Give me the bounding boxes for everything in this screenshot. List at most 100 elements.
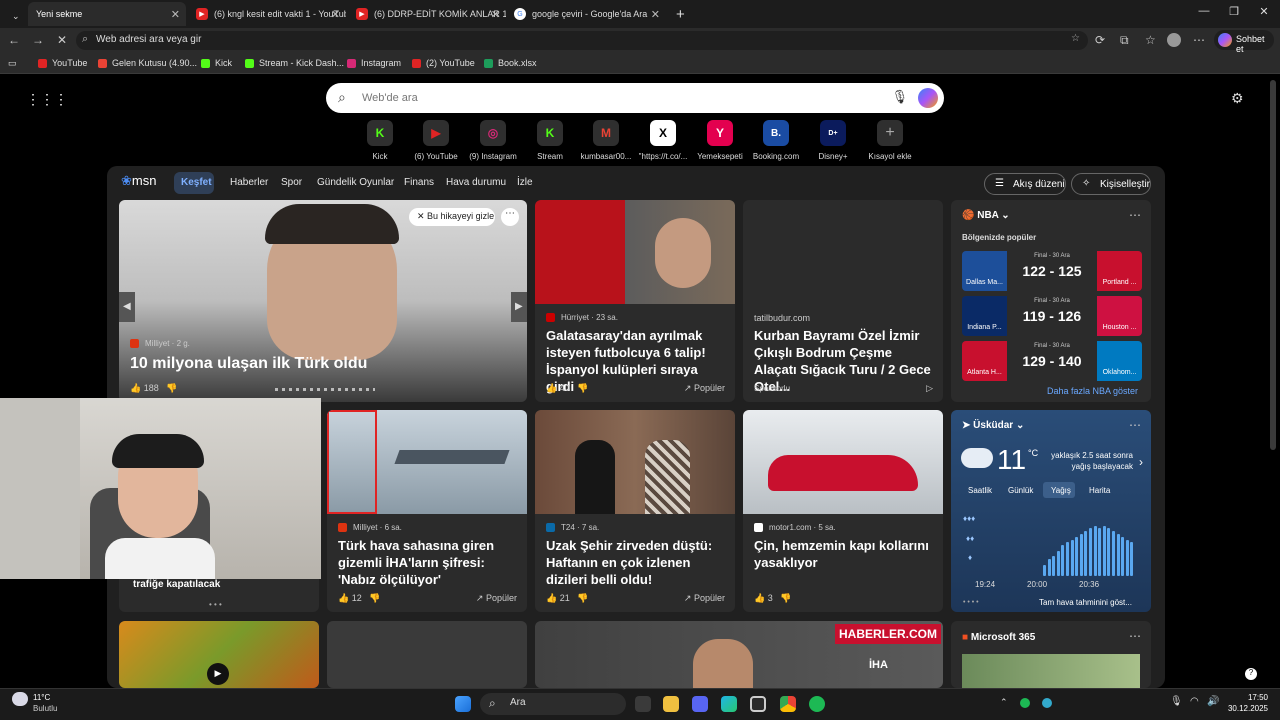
bookmark-gmail[interactable]: Gelen Kutusu (4.90... [98, 58, 197, 68]
full-forecast-link[interactable]: Tam hava tahminini göst... [1039, 598, 1132, 607]
chrome-icon[interactable] [780, 696, 796, 712]
carousel-prev-button[interactable]: ◀ [119, 292, 135, 322]
news-card-tv[interactable]: T24 · 7 sa. Uzak Şehir zirveden düştü: H… [535, 410, 735, 612]
favorites-icon[interactable]: ☆ [1145, 33, 1156, 47]
tab-actions-button[interactable]: ⌄ [4, 4, 24, 28]
tab-hava-durumu[interactable]: Hava durumu [446, 177, 506, 188]
like-button[interactable]: 👍 40 👎 [546, 383, 588, 394]
copilot-icon[interactable] [918, 88, 938, 108]
help-icon[interactable]: ? [1245, 668, 1257, 680]
tray-app-icon[interactable] [1020, 698, 1030, 708]
chevron-right-icon[interactable]: › [1139, 455, 1143, 469]
wifi-icon[interactable]: ◠ [1190, 696, 1199, 707]
close-icon[interactable]: ✕ [491, 8, 500, 21]
quick-link-youtube[interactable]: ▶ (6) YouTube [408, 120, 464, 161]
minimize-button[interactable]: — [1194, 5, 1214, 17]
news-card-placeholder[interactable] [327, 621, 527, 688]
quick-link-instagram[interactable]: ◎ (9) Instagram [465, 120, 521, 161]
window-close-button[interactable]: ✕ [1254, 5, 1274, 18]
tab-spor[interactable]: Spor [281, 177, 302, 188]
forward-icon[interactable]: → [32, 33, 44, 47]
weather-tab-precip[interactable]: Yağış [1051, 486, 1071, 495]
personalize-button[interactable]: ✧ Kişiselleştir [1071, 173, 1151, 195]
play-icon[interactable]: ▶ [207, 663, 229, 685]
tab-kesfet[interactable]: Keşfet [181, 177, 212, 188]
story-title[interactable]: Çin, hemzemin kapı kollarını yasaklıyor [754, 537, 936, 571]
hero-story-card[interactable]: ◀ ▶ ✕ Bu hikayeyi gizle ⋯ Milliyet · 2 g… [119, 200, 527, 402]
like-button[interactable]: 👍 21 👎 [546, 593, 588, 604]
copilot-chat-button[interactable]: Sohbet et [1214, 30, 1274, 54]
clock-date[interactable]: 30.12.2025 [1224, 704, 1268, 713]
tab-izle[interactable]: İzle [517, 177, 533, 188]
nba-game-row[interactable]: Indiana P... Final - 30 Ara 119 - 126 Ho… [962, 296, 1142, 336]
bookmark-kick[interactable]: Kick [201, 58, 232, 68]
m365-title[interactable]: ■ Microsoft 365 [962, 632, 1035, 643]
news-card-jets[interactable]: Milliyet · 6 sa. Türk hava sahasına gire… [327, 410, 527, 612]
bookmark-youtube[interactable]: YouTube [38, 58, 87, 68]
like-button[interactable]: 👍 3 👎 [754, 593, 791, 604]
quick-link-booking[interactable]: B. Booking.com [748, 120, 804, 161]
stop-icon[interactable]: ✕ [57, 33, 67, 47]
tab-finans[interactable]: Finans [404, 177, 434, 188]
more-options-icon[interactable]: ⋯ [501, 208, 519, 226]
split-screen-icon[interactable]: ⧉ [1120, 33, 1129, 48]
video-card[interactable]: ▶ [119, 621, 319, 688]
reading-list-icon[interactable]: ▭ [8, 58, 17, 69]
favorite-star-icon[interactable]: ☆ [1071, 33, 1080, 44]
nba-game-row[interactable]: Dallas Ma... Final - 30 Ara 122 - 125 Po… [962, 251, 1142, 291]
more-menu-icon[interactable]: ⋯ [1193, 33, 1205, 47]
microsoft365-card[interactable]: ■ Microsoft 365 ⋯ [951, 621, 1151, 688]
quick-link-gmail[interactable]: Mkumbasar00... [578, 120, 634, 161]
news-card-galatasaray[interactable]: Hürriyet · 23 sa. Galatasaray'dan ayrılm… [535, 200, 735, 402]
web-search-input[interactable]: ⌕ Web'de ara 🎙 [326, 83, 944, 113]
weather-tab-daily[interactable]: Günlük [1008, 486, 1033, 495]
file-explorer-icon[interactable] [663, 696, 679, 712]
news-card-car[interactable]: motor1.com · 5 sa. Çin, hemzemin kapı ko… [743, 410, 943, 612]
msn-logo[interactable]: ❀msn [121, 173, 156, 189]
nba-game-row[interactable]: Atlanta H... Final - 30 Ara 129 - 140 Ok… [962, 341, 1142, 381]
new-tab-button[interactable]: + [668, 2, 690, 26]
tab-google[interactable]: Ggoogle çeviri - Google'da Ara ✕ [506, 2, 666, 26]
tray-overflow-icon[interactable]: ⌃ [1000, 697, 1008, 708]
back-icon[interactable]: ← [8, 33, 20, 47]
profile-avatar[interactable] [1167, 33, 1181, 47]
close-icon[interactable]: ✕ [331, 8, 340, 21]
carousel-next-button[interactable]: ▶ [511, 292, 527, 322]
carousel-dots[interactable]: • • • [209, 600, 222, 609]
close-icon[interactable]: ✕ [651, 8, 660, 21]
more-options-icon[interactable]: ⋯ [1129, 629, 1141, 643]
taskbar-temp[interactable]: 11°C [33, 693, 50, 702]
spotify-icon[interactable] [809, 696, 825, 712]
hero-title[interactable]: 10 milyona ulaşan ilk Türk oldu [130, 355, 367, 372]
close-icon[interactable]: ✕ [171, 8, 180, 21]
story-title[interactable]: Türk hava sahasına giren gizemli İHA'lar… [338, 537, 520, 588]
task-view-icon[interactable] [635, 696, 651, 712]
weather-tab-map[interactable]: Harita [1089, 486, 1110, 495]
obs-icon[interactable] [750, 696, 766, 712]
extensions-icon[interactable]: ⟳ [1095, 33, 1105, 47]
microphone-icon[interactable]: 🎙 [1170, 696, 1183, 707]
tab-new[interactable]: Yeni sekme ✕ [28, 2, 186, 26]
start-button[interactable] [455, 696, 471, 712]
tab-gundelik-oyunlar[interactable]: Gündelik Oyunlar [317, 177, 394, 188]
quick-link-disney[interactable]: D+ Disney+ [805, 120, 861, 161]
tab-youtube-1[interactable]: ▶ (6) kngl kesit edit vakti 1 - YouTub ✕ [188, 2, 346, 26]
quick-link-x[interactable]: X "https://t.co/... [635, 120, 691, 161]
weather-card[interactable]: ➤ Üsküdar ⌄ ⋯ 11 °C yaklaşık 2.5 saat so… [951, 410, 1151, 612]
microphone-icon[interactable]: 🎙 [891, 89, 908, 105]
sponsored-card[interactable]: tatilbudur.com Kurban Bayramı Özel İzmir… [743, 200, 943, 402]
more-options-icon[interactable]: ⋯ [1129, 418, 1141, 432]
add-shortcut-button[interactable]: + Kısayol ekle [862, 120, 918, 161]
news-card-haberler[interactable]: HABERLER.COM İHA [535, 621, 943, 688]
bookmark-kick-dashboard[interactable]: Stream - Kick Dash... [245, 58, 344, 68]
edge-icon[interactable] [721, 696, 737, 712]
address-bar[interactable]: ⌕ Web adresi ara veya gir ☆ [76, 31, 1088, 50]
taskbar-search[interactable]: ⌕ Ara [480, 693, 626, 715]
maximize-button[interactable]: ❐ [1224, 5, 1244, 18]
feed-layout-button[interactable]: ☰ Akış düzeni [984, 173, 1066, 195]
bookmark-book-xlsx[interactable]: Book.xlsx [484, 58, 537, 68]
story-title[interactable]: Uzak Şehir zirveden düştü: Haftanın en ç… [546, 537, 728, 588]
tab-haberler[interactable]: Haberler [230, 177, 268, 188]
volume-icon[interactable]: 🔊 [1207, 696, 1219, 707]
apps-grid-icon[interactable]: ⋮⋮⋮ [26, 91, 68, 108]
